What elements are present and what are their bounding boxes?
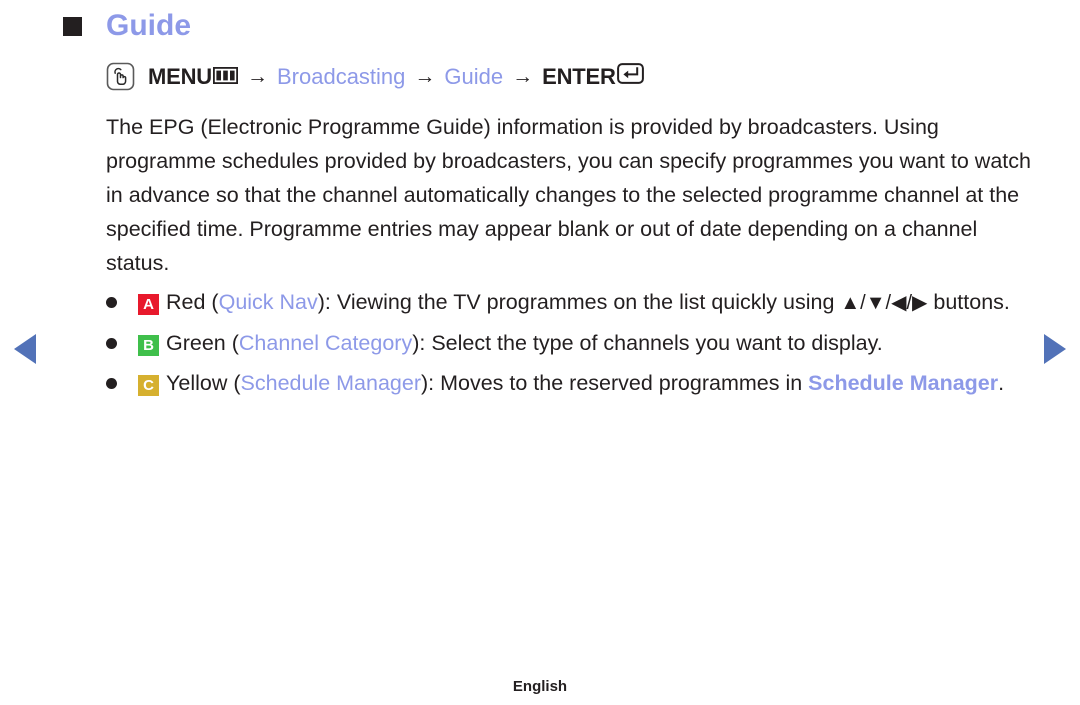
bullet-dot-icon bbox=[106, 378, 117, 389]
bullet-dot-icon bbox=[106, 297, 117, 308]
close-paren-c: ): bbox=[421, 371, 441, 395]
list-item: B Green (Channel Category): Select the ty… bbox=[106, 327, 1036, 359]
list-item-text: B Green (Channel Category): Select the ty… bbox=[138, 327, 1036, 359]
list-item-text: A Red (Quick Nav): Viewing the TV program… bbox=[138, 286, 1036, 319]
direction-keys-glyphs: ▲/▼/◀/▶ bbox=[840, 292, 928, 314]
bullet-color-name-yellow: Yellow bbox=[166, 371, 228, 395]
list-item: C Yellow (Schedule Manager): Moves to the… bbox=[106, 367, 1036, 399]
enter-key-icon bbox=[616, 63, 644, 90]
menu-path-step-guide[interactable]: Guide bbox=[444, 64, 503, 90]
bullet-a-description-before: Viewing the TV programmes on the list qu… bbox=[336, 290, 841, 314]
feature-link-quick-nav[interactable]: Quick Nav bbox=[219, 290, 318, 314]
list-item: A Red (Quick Nav): Viewing the TV program… bbox=[106, 286, 1036, 319]
close-paren-a: ): bbox=[317, 290, 337, 314]
color-button-list: A Red (Quick Nav): Viewing the TV program… bbox=[106, 286, 1036, 407]
schedule-manager-link[interactable]: Schedule Manager bbox=[808, 371, 998, 395]
hand-touch-icon bbox=[106, 62, 135, 91]
bullet-c-description-after: . bbox=[998, 371, 1005, 395]
bullet-b-description: Select the type of channels you want to … bbox=[431, 331, 883, 355]
bullet-color-name-red: Red bbox=[166, 290, 206, 314]
page-title: Guide bbox=[63, 11, 191, 41]
feature-link-channel-category[interactable]: Channel Category bbox=[239, 331, 412, 355]
bullet-a-description-after: buttons. bbox=[927, 290, 1010, 314]
menu-button-label: MENU bbox=[148, 63, 212, 89]
footer-language-label: English bbox=[512, 678, 568, 695]
badge-green-b: B bbox=[138, 335, 159, 356]
bullet-c-description-before: Moves to the reserved programmes in bbox=[440, 371, 809, 395]
manual-page: Guide MENU → Broadcasting → Guide → ENTE… bbox=[0, 0, 1080, 705]
bullet-dot-icon bbox=[106, 338, 117, 349]
path-arrow-1: → bbox=[246, 64, 268, 88]
feature-link-schedule-manager[interactable]: Schedule Manager bbox=[241, 371, 421, 395]
path-arrow-2: → bbox=[414, 64, 436, 88]
page-title-label: Guide bbox=[106, 9, 192, 42]
body-paragraph: The EPG (Electronic Programme Guide) inf… bbox=[106, 115, 1031, 275]
bullet-color-name-green: Green bbox=[166, 331, 226, 355]
badge-yellow-c: C bbox=[138, 375, 159, 396]
open-paren-a: ( bbox=[205, 290, 219, 314]
dark-square-bullet-icon bbox=[63, 16, 82, 36]
menu-grid-icon bbox=[212, 64, 238, 90]
open-paren-b: ( bbox=[225, 331, 239, 355]
list-item-text: C Yellow (Schedule Manager): Moves to the… bbox=[138, 367, 1036, 399]
path-arrow-3: → bbox=[512, 64, 534, 88]
badge-red-a: A bbox=[138, 294, 159, 315]
menu-path: MENU → Broadcasting → Guide → ENTER bbox=[106, 62, 644, 91]
close-paren-b: ): bbox=[412, 331, 432, 355]
enter-button-label: ENTER bbox=[542, 63, 616, 89]
menu-path-step-broadcasting[interactable]: Broadcasting bbox=[277, 64, 405, 90]
open-paren-c: ( bbox=[227, 371, 241, 395]
